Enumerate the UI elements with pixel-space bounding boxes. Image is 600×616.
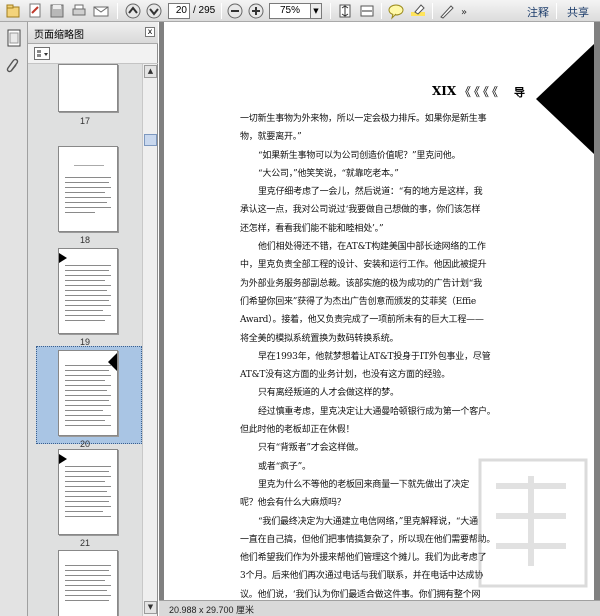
comment-icon[interactable] [387, 2, 405, 20]
document-page: XIX 《《《《 导 一切新生事物为外来物，所以一定会极力排斥。如果你是新生事物… [164, 22, 594, 616]
text-line: 但此时他的老板却正在休假！ [240, 425, 355, 436]
scrollbar-thumb[interactable] [144, 134, 157, 146]
thumbnail-page[interactable] [58, 248, 118, 334]
highlight-icon[interactable] [409, 2, 427, 20]
watermark-stamp [478, 458, 588, 588]
email-icon[interactable] [92, 2, 110, 20]
page-header-decoration: 《《《《 [459, 85, 502, 99]
thumbnail-page[interactable] [58, 449, 118, 535]
text-line: 承认这一点，我对公司说过‘我要做自己想做的事，你们该怎样 [240, 205, 481, 216]
zoom-in-icon[interactable] [247, 2, 265, 20]
zoom-dropdown-icon[interactable]: ▼ [310, 3, 322, 19]
save-icon[interactable] [48, 2, 66, 20]
scroll-up-icon[interactable]: ▲ [144, 65, 157, 78]
share-menu[interactable]: 共享 [567, 4, 589, 20]
svg-text:»: » [461, 7, 467, 18]
thumbnail-label: 17 [79, 116, 90, 126]
panel-header: 页面缩略图 x [28, 22, 158, 44]
page-number-input[interactable]: 20 [168, 3, 190, 19]
thumbnail-label: 19 [79, 337, 90, 347]
thumbnail-label: 20 [79, 439, 90, 449]
open-file-icon[interactable] [4, 2, 22, 20]
text-line: 他们相处得还不错，在AT&T构建美国中部长途网络的工作 [258, 242, 486, 253]
text-line: Award）。接着，他又负责完成了一项前所未有的巨大工程—— [240, 315, 484, 326]
page-total: / 295 [193, 5, 216, 16]
close-panel-button[interactable]: x [145, 27, 155, 37]
thumbnail-page[interactable] [58, 64, 118, 112]
text-line: 为外部业务服务部副总裁。该部实施的极为成功的广告计划“我 [240, 278, 483, 289]
thumbnail-list[interactable]: 17 18 19 20 21 [28, 64, 142, 616]
create-pdf-icon[interactable] [26, 2, 44, 20]
attachments-tab-icon[interactable] [4, 56, 24, 76]
next-page-icon[interactable] [145, 2, 163, 20]
text-line: 里克仔细考虑了一会儿，然后说道：“有的地方是这样，我 [258, 187, 483, 198]
thumbnail-scrollbar[interactable]: ▲ ▼ [142, 64, 157, 616]
text-line: AT&T没有这方面的业务计划，也没有这方面的经验。 [240, 370, 451, 381]
text-line: 中，里克负责全部工程的设计、安装和运行工作。他因此被提升 [240, 260, 487, 271]
panel-options-bar [28, 44, 158, 64]
print-icon[interactable] [70, 2, 88, 20]
thumbnail-page-current[interactable] [58, 350, 118, 436]
thumbnail-page[interactable] [58, 146, 118, 232]
page-thumbnails-tab-icon[interactable] [4, 28, 24, 48]
scroll-down-icon[interactable]: ▼ [144, 601, 157, 614]
more-tools-icon[interactable]: » [457, 2, 475, 20]
text-line: 早在1993年，他就梦想着让AT&T投身于IT外包事业，尽管 [258, 351, 491, 362]
status-bar: 20.988 x 29.700 厘米 [159, 600, 600, 616]
fit-width-icon[interactable] [358, 2, 376, 20]
main-toolbar: 20 / 295 75% ▼ » 注释 共享 [0, 0, 600, 22]
navigation-tab-strip [0, 22, 28, 616]
sign-icon[interactable] [438, 2, 456, 20]
text-line: “大公司，”他笑笑说，“就靠吃老本。” [258, 168, 399, 179]
text-line: “如果新生事物可以为公司创造价值呢？”里克问他。 [258, 150, 461, 161]
thumbnail-options-icon[interactable] [34, 47, 50, 60]
text-line: 物，就要离开。” [240, 132, 302, 143]
zoom-out-icon[interactable] [226, 2, 244, 20]
text-line: 只有离经叛道的人才会做这样的梦。 [258, 388, 399, 399]
page-corner-decoration [536, 44, 594, 154]
thumbnail-panel: 页面缩略图 x 17 18 19 20 21 ▲ ▼ [28, 22, 158, 616]
page-size-readout: 20.988 x 29.700 厘米 [169, 605, 255, 615]
text-line: 还怎样，看看我们能不能和睦相处’。” [240, 223, 384, 234]
fit-page-icon[interactable] [336, 2, 354, 20]
text-line: 一切新生事物为外来物，所以一定会极力排斥。如果你是新生事 [240, 114, 487, 124]
document-viewer[interactable]: XIX 《《《《 导 一切新生事物为外来物，所以一定会极力排斥。如果你是新生事物… [159, 22, 600, 616]
thumbnail-label: 18 [79, 235, 90, 245]
previous-page-icon[interactable] [124, 2, 142, 20]
panel-title: 页面缩略图 [34, 30, 84, 41]
thumbnail-page[interactable] [58, 550, 118, 616]
page-header-number: XIX [432, 84, 457, 98]
comment-menu[interactable]: 注释 [527, 4, 549, 20]
text-line: 们希望你回来”获得了为杰出广告创意而颁发的艾菲奖（Effie [240, 296, 477, 307]
text-line: 将全美的模拟系统置换为数码转换系统。 [240, 333, 399, 344]
text-line: 经过慎重考虑，里克决定让大通曼哈顿银行成为第一个客户。 [258, 406, 496, 417]
thumbnail-label: 21 [79, 538, 90, 548]
zoom-level-input[interactable]: 75% [269, 3, 311, 19]
text-line: 只有“背叛者”才会这样做。 [258, 443, 364, 454]
page-header-section: 导 [514, 86, 525, 99]
